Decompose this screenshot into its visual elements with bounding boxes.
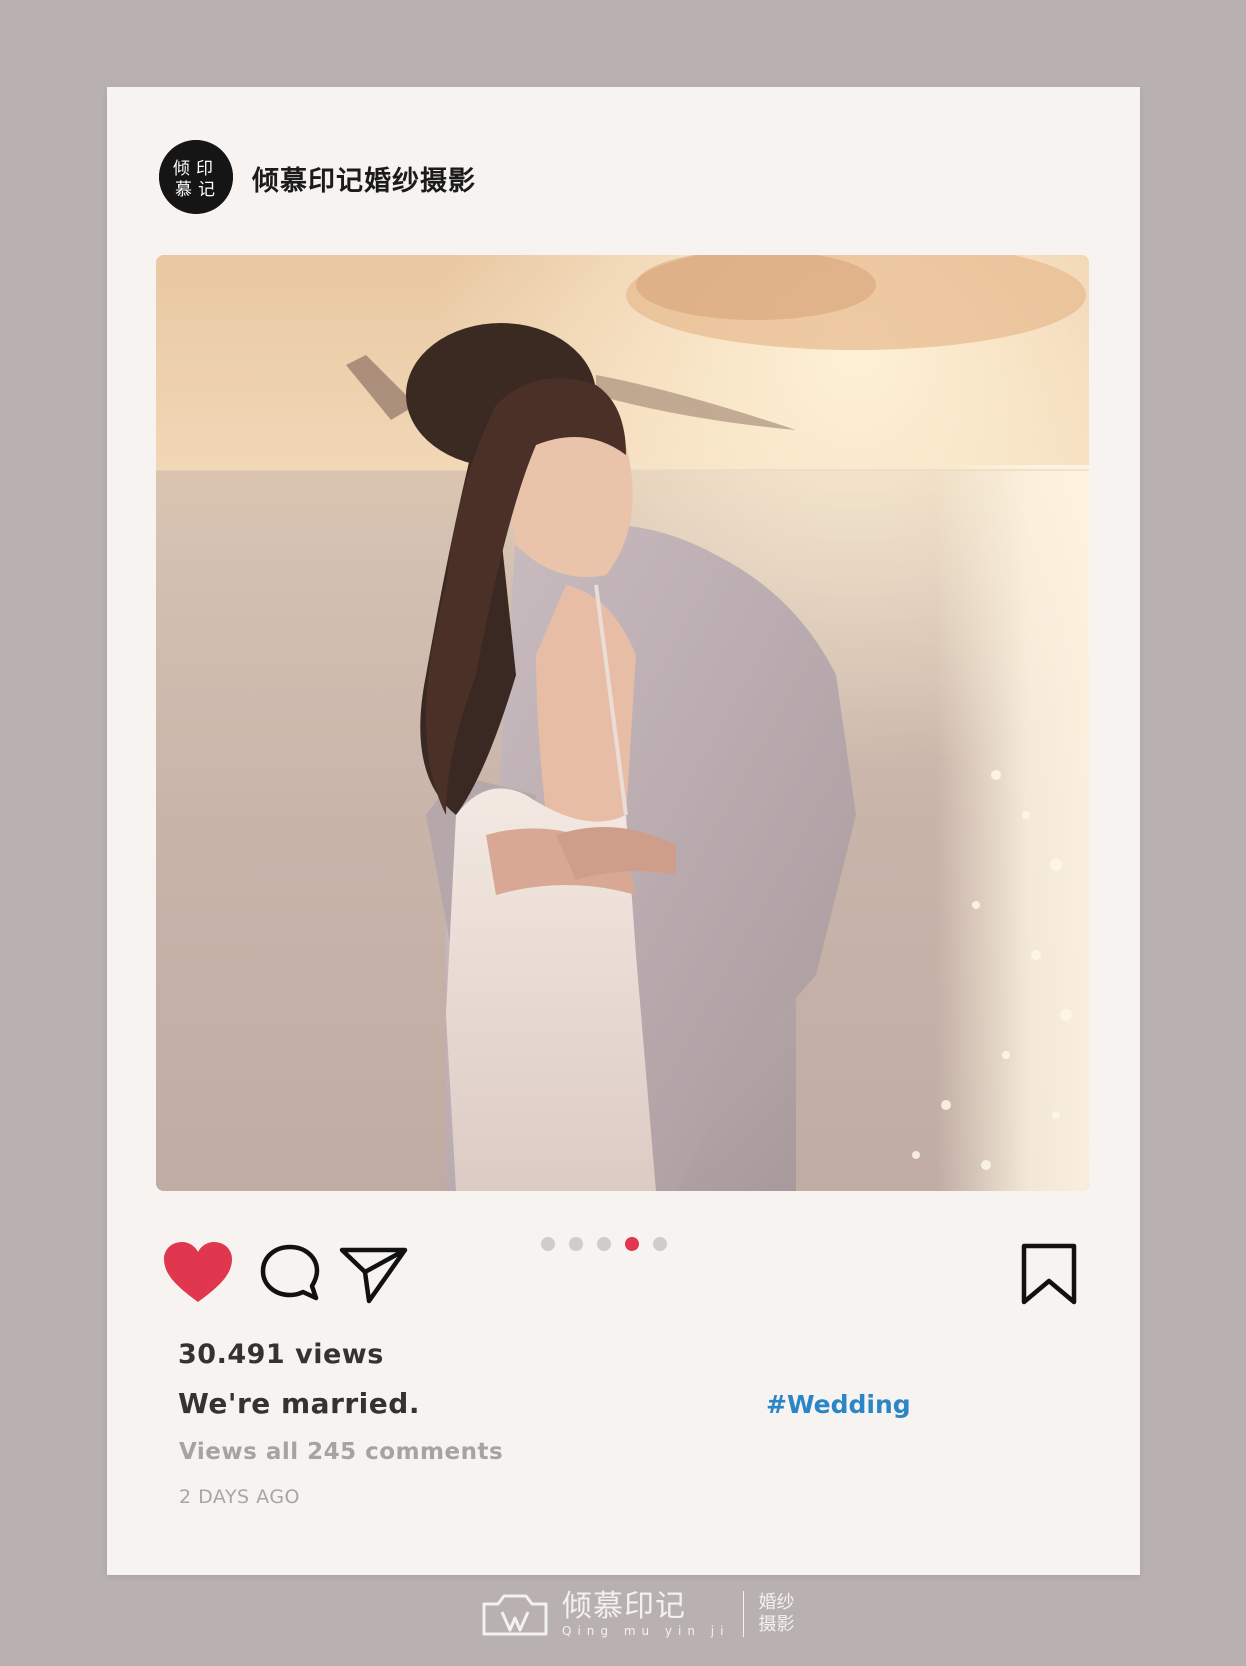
post-timestamp: 2 DAYS AGO (179, 1486, 300, 1508)
post-photo[interactable] (156, 255, 1089, 1191)
comment-button[interactable] (259, 1243, 321, 1303)
send-icon (339, 1247, 408, 1304)
wedding-photo-illustration (156, 255, 1089, 1191)
footer-brand-name: 倾慕印记 (562, 1589, 686, 1624)
brand-watermark: 倾慕印记 Qing mu yin ji 婚纱 摄影 (478, 1590, 794, 1638)
heart-icon (164, 1242, 232, 1302)
view-count: 30.491 views (178, 1339, 384, 1370)
carousel-dot[interactable] (569, 1237, 583, 1251)
hashtag-link[interactable]: #Wedding (766, 1390, 911, 1419)
footer-pinyin: Qing mu yin ji (562, 1624, 730, 1638)
comment-bubble-icon (260, 1244, 320, 1301)
footer-tag-line2: 摄影 (758, 1614, 795, 1635)
avatar-logo-icon: 倾 印 慕 记 (159, 140, 233, 214)
camera-heart-logo-icon (478, 1590, 552, 1638)
footer-tag-line1: 婚纱 (758, 1592, 795, 1613)
view-comments-link[interactable]: Views all 245 comments (179, 1439, 503, 1465)
avatar-char-1: 倾 (173, 159, 190, 179)
carousel-dot[interactable] (653, 1237, 667, 1251)
like-button[interactable] (162, 1240, 234, 1304)
post-caption: We're married. (178, 1387, 420, 1420)
profile-avatar[interactable]: 倾 印 慕 记 (159, 140, 233, 214)
carousel-indicator (541, 1237, 667, 1251)
profile-name[interactable]: 倾慕印记婚纱摄影 (252, 159, 476, 198)
avatar-char-3: 印 (196, 159, 213, 179)
share-button[interactable] (339, 1244, 409, 1304)
post-card: 倾 印 慕 记 倾慕印记婚纱摄影 30.491 views We're marr… (107, 87, 1140, 1575)
save-button[interactable] (1021, 1243, 1077, 1305)
carousel-dot[interactable] (597, 1237, 611, 1251)
footer-divider (743, 1591, 745, 1637)
carousel-dot[interactable] (541, 1237, 555, 1251)
bookmark-icon (1021, 1243, 1077, 1305)
avatar-char-4: 记 (198, 180, 215, 200)
avatar-char-2: 慕 (175, 180, 192, 200)
carousel-dot[interactable] (625, 1237, 639, 1251)
